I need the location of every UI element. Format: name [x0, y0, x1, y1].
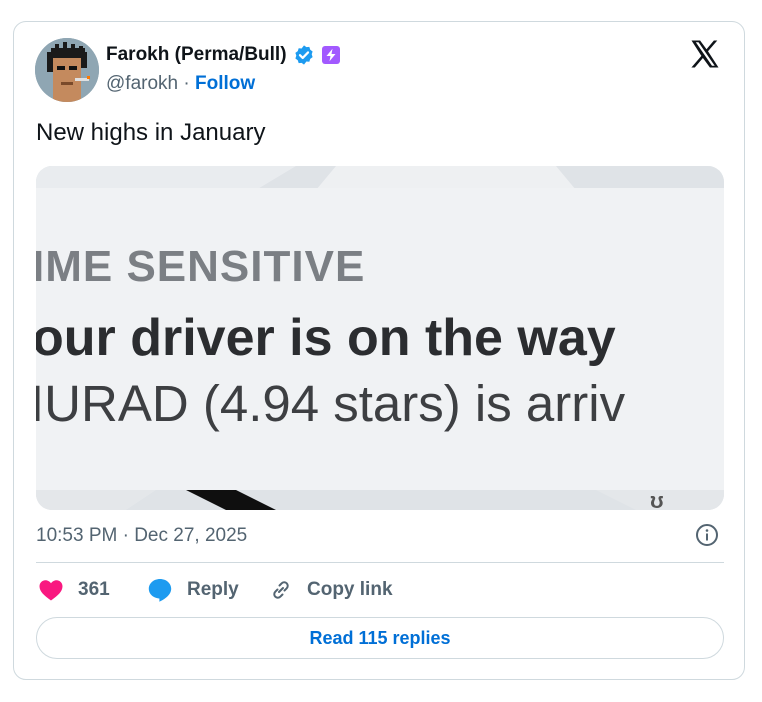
- reply-button[interactable]: Reply: [147, 577, 239, 603]
- like-count: 361: [78, 579, 110, 600]
- like-button[interactable]: 361: [38, 577, 110, 603]
- author-name-row[interactable]: Farokh (Perma/Bull): [106, 44, 341, 66]
- media-text-line2: our driver is on the way: [36, 309, 616, 367]
- reply-label: Reply: [187, 579, 239, 600]
- read-replies-label: Read 115 replies: [309, 627, 451, 648]
- punk-avatar-image: [35, 38, 99, 102]
- x-logo-icon[interactable]: [691, 40, 721, 68]
- reply-bubble-icon: [148, 579, 172, 602]
- read-replies-button[interactable]: Read 115 replies: [36, 617, 724, 659]
- follow-button[interactable]: Follow: [195, 73, 255, 94]
- avatar[interactable]: [35, 38, 99, 102]
- media-text-line3: IURAD (4.94 stars) is arriv: [36, 375, 626, 432]
- svg-text:ʊ: ʊ: [650, 488, 664, 510]
- copy-link-label: Copy link: [307, 579, 393, 600]
- author-name[interactable]: Farokh (Perma/Bull): [106, 44, 287, 66]
- verified-badge-icon: [294, 45, 313, 65]
- tweet-timestamp[interactable]: 10:53 PM · Dec 27, 2025: [36, 525, 247, 547]
- copy-link-button[interactable]: Copy link: [269, 577, 393, 603]
- media-text-line1: IME SENSITIVE: [36, 242, 366, 291]
- divider: [36, 562, 724, 563]
- link-icon: [273, 581, 289, 599]
- separator: ·: [183, 73, 190, 94]
- info-icon[interactable]: [695, 523, 719, 547]
- tweet-media-image[interactable]: ʊ IME SENSITIVE our driver is on the way…: [36, 166, 724, 510]
- tweet-text: New highs in January: [36, 119, 266, 146]
- author-handle[interactable]: @farokh: [106, 73, 178, 94]
- affiliate-badge-icon: [321, 46, 340, 64]
- heart-icon: [39, 580, 63, 601]
- handle-row: @farokh · Follow: [106, 73, 255, 95]
